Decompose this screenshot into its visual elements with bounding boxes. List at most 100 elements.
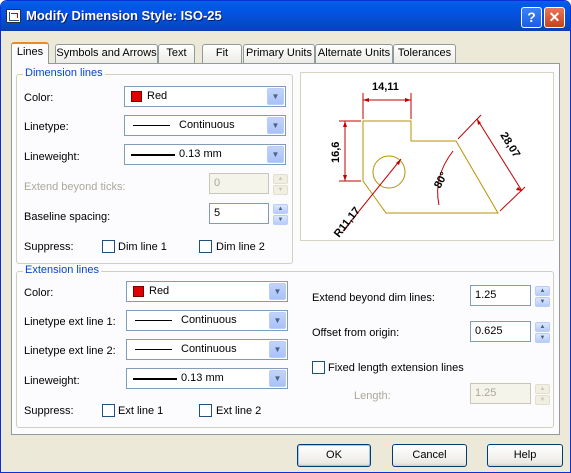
tab-tolerances[interactable]: Tolerances <box>393 44 456 63</box>
ext-color-value: Red <box>149 285 170 297</box>
chevron-down-icon[interactable]: ▼ <box>269 370 286 387</box>
preview-area: 14,11 16,6 28,07 80° R11,17 <box>300 72 554 241</box>
spin-down-icon[interactable]: ▼ <box>535 333 550 343</box>
offset-from-origin-label: Offset from origin: <box>312 327 400 339</box>
spin-down-icon[interactable]: ▼ <box>535 297 550 307</box>
part-outline <box>362 120 499 214</box>
chevron-down-icon[interactable]: ▼ <box>269 283 286 300</box>
fixed-length-checkbox[interactable] <box>312 361 325 374</box>
chevron-down-icon[interactable]: ▼ <box>269 312 286 329</box>
linetype-sample-icon <box>133 125 170 126</box>
dimension-lines-group: Dimension lines Color: Red ▼ Linetype: C… <box>16 67 293 264</box>
spin-up-icon[interactable]: ▲ <box>535 384 550 394</box>
linetype-ext-line-1-value: Continuous <box>181 314 237 326</box>
red-swatch-icon <box>133 286 144 297</box>
dialog-window: Modify Dimension Style: ISO-25 ? ✕ Lines… <box>0 0 571 473</box>
dim-color-label: Color: <box>24 92 54 104</box>
dim-linetype-value: Continuous <box>179 119 235 131</box>
dim-line-2-label[interactable]: Dim line 2 <box>216 241 265 253</box>
tab-strip: Lines Symbols and Arrows Text Fit Primar… <box>11 42 567 64</box>
fixed-length-label[interactable]: Fixed length extension lines <box>328 362 464 374</box>
spin-up-icon[interactable]: ▲ <box>535 286 550 296</box>
dim-color-select[interactable]: Red ▼ <box>124 86 286 107</box>
chevron-down-icon[interactable]: ▼ <box>267 117 284 134</box>
ext-color-select[interactable]: Red ▼ <box>126 281 288 302</box>
dialog-title: Modify Dimension Style: ISO-25 <box>26 8 222 23</box>
linetype-ext-line-1-select[interactable]: Continuous ▼ <box>126 310 288 331</box>
length-field[interactable]: 1.25 ▲ ▼ <box>470 383 550 405</box>
help-button[interactable]: Help <box>487 444 563 467</box>
extend-beyond-dim-lines-value: 1.25 <box>475 289 497 301</box>
spin-up-icon[interactable]: ▲ <box>273 204 288 214</box>
preview-dim-top: 14,11 <box>372 81 399 93</box>
preview-dim-right: 28,07 <box>497 130 522 160</box>
preview-dim-radius: R11,17 <box>332 205 363 240</box>
dimension-lines-title: Dimension lines <box>23 67 105 79</box>
lineweight-sample-icon <box>131 154 175 156</box>
extend-beyond-ticks-label: Extend beyond ticks: <box>24 181 126 193</box>
spin-up-icon[interactable]: ▲ <box>273 174 288 184</box>
tab-fit[interactable]: Fit <box>202 44 242 63</box>
extend-beyond-dim-lines-field[interactable]: 1.25 ▲ ▼ <box>470 285 550 307</box>
red-swatch-icon <box>131 91 142 102</box>
extend-beyond-ticks-value: 0 <box>214 177 221 189</box>
chevron-down-icon[interactable]: ▼ <box>269 341 286 358</box>
linetype-ext-line-1-label: Linetype ext line 1: <box>24 316 116 328</box>
title-bar[interactable]: Modify Dimension Style: ISO-25 ? ✕ <box>1 1 570 31</box>
ext-line-2-checkbox[interactable] <box>199 404 212 417</box>
length-label: Length: <box>354 390 391 402</box>
baseline-spacing-value: 5 <box>214 207 221 219</box>
dim-line-2-checkbox[interactable] <box>199 240 212 253</box>
ext-line-1-checkbox[interactable] <box>102 404 115 417</box>
chevron-down-icon[interactable]: ▼ <box>267 146 284 163</box>
tab-lines[interactable]: Lines <box>11 42 49 64</box>
tab-symbols-and-arrows[interactable]: Symbols and Arrows <box>55 44 158 63</box>
extension-lines-title: Extension lines <box>23 264 101 276</box>
baseline-spacing-label: Baseline spacing: <box>24 211 111 223</box>
dim-lineweight-select[interactable]: 0.13 mm ▼ <box>124 144 286 165</box>
baseline-spacing-field[interactable]: 5 ▲ ▼ <box>209 203 288 225</box>
dim-suppress-label: Suppress: <box>24 241 74 253</box>
extend-beyond-dim-lines-label: Extend beyond dim lines: <box>312 292 435 304</box>
dimension-preview-drawing: 14,11 16,6 28,07 80° R11,17 <box>330 81 526 240</box>
dim-color-value: Red <box>147 90 168 102</box>
app-icon <box>6 9 21 23</box>
dim-linetype-select[interactable]: Continuous ▼ <box>124 115 286 136</box>
tab-text[interactable]: Text <box>158 44 195 63</box>
ext-lineweight-value: 0.13 mm <box>181 372 224 384</box>
ext-lineweight-label: Lineweight: <box>24 375 80 387</box>
cancel-button[interactable]: Cancel <box>392 444 467 467</box>
lineweight-sample-icon <box>133 378 177 380</box>
ext-line-2-label[interactable]: Ext line 2 <box>216 405 261 417</box>
preview-dim-angle: 80° <box>432 170 450 190</box>
help-title-button[interactable]: ? <box>521 7 542 28</box>
tab-alternate-units[interactable]: Alternate Units <box>315 44 393 63</box>
spin-down-icon[interactable]: ▼ <box>273 185 288 195</box>
lines-tab-panel: Dimension lines Color: Red ▼ Linetype: C… <box>11 63 560 435</box>
linetype-ext-line-2-value: Continuous <box>181 343 237 355</box>
extend-beyond-ticks-field[interactable]: 0 ▲ ▼ <box>209 173 288 195</box>
dim-lineweight-value: 0.13 mm <box>179 148 222 160</box>
offset-from-origin-value: 0.625 <box>475 325 503 337</box>
offset-from-origin-field[interactable]: 0.625 ▲ ▼ <box>470 321 550 343</box>
close-button[interactable]: ✕ <box>544 7 565 28</box>
length-value: 1.25 <box>475 387 497 399</box>
dim-linetype-label: Linetype: <box>24 121 69 133</box>
spin-up-icon[interactable]: ▲ <box>535 322 550 332</box>
spin-down-icon[interactable]: ▼ <box>535 395 550 405</box>
linetype-ext-line-2-label: Linetype ext line 2: <box>24 345 116 357</box>
tab-primary-units[interactable]: Primary Units <box>243 44 315 63</box>
ext-color-label: Color: <box>24 287 54 299</box>
dim-lineweight-label: Lineweight: <box>24 151 80 163</box>
linetype-ext-line-2-select[interactable]: Continuous ▼ <box>126 339 288 360</box>
linetype-sample-icon <box>135 320 172 321</box>
ext-lineweight-select[interactable]: 0.13 mm ▼ <box>126 368 288 389</box>
dim-line-1-label[interactable]: Dim line 1 <box>118 241 167 253</box>
ext-suppress-label: Suppress: <box>24 405 74 417</box>
preview-dim-left: 16,6 <box>330 142 342 163</box>
spin-down-icon[interactable]: ▼ <box>273 215 288 225</box>
ok-button[interactable]: OK <box>297 444 371 467</box>
dim-line-1-checkbox[interactable] <box>102 240 115 253</box>
chevron-down-icon[interactable]: ▼ <box>267 88 284 105</box>
ext-line-1-label[interactable]: Ext line 1 <box>118 405 163 417</box>
